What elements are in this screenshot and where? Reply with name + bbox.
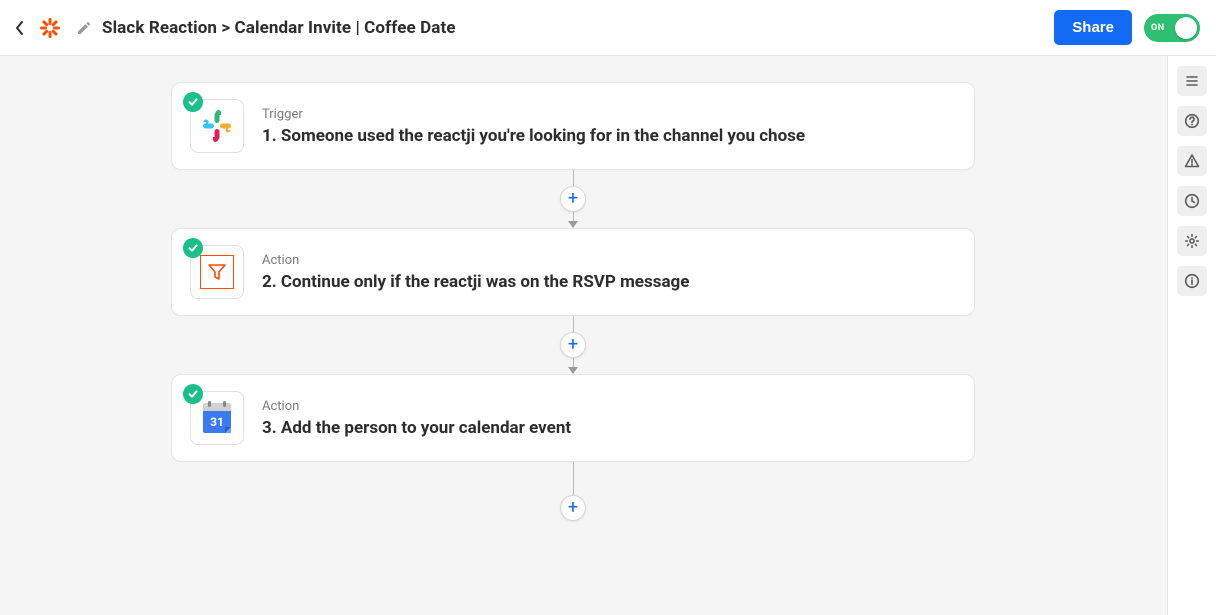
step-kicker: Trigger	[262, 107, 805, 122]
info-icon[interactable]	[1177, 266, 1207, 296]
step-text: Action 3. Add the person to your calenda…	[262, 399, 571, 438]
step-icon-wrap	[190, 245, 244, 299]
step-icon-wrap	[190, 99, 244, 153]
step-card-trigger[interactable]: Trigger 1. Someone used the reactji you'…	[171, 82, 975, 170]
step-title: 3. Add the person to your calendar event	[262, 418, 571, 438]
outline-icon[interactable]	[1177, 66, 1207, 96]
step-title: 1. Someone used the reactji you're looki…	[262, 126, 805, 146]
toggle-state-label: ON	[1151, 23, 1165, 33]
add-step-button[interactable]: +	[560, 495, 586, 521]
check-badge-icon	[183, 238, 203, 258]
zap-title[interactable]: Slack Reaction > Calendar Invite | Coffe…	[102, 18, 456, 38]
top-bar: Slack Reaction > Calendar Invite | Coffe…	[0, 0, 1216, 56]
flow-column: Trigger 1. Someone used the reactji you'…	[171, 82, 975, 508]
step-kicker: Action	[262, 399, 571, 414]
step-icon-wrap: 31	[190, 391, 244, 445]
top-bar-left: Slack Reaction > Calendar Invite | Coffe…	[12, 16, 456, 40]
zap-toggle[interactable]: ON	[1144, 14, 1200, 42]
toggle-knob	[1175, 17, 1197, 39]
top-bar-right: Share ON	[1054, 10, 1200, 45]
share-button[interactable]: Share	[1054, 10, 1132, 45]
add-step-button[interactable]: +	[560, 186, 586, 212]
step-card-calendar[interactable]: 31 Action 3. Add the person to your cale…	[171, 374, 975, 462]
step-kicker: Action	[262, 253, 689, 268]
step-text: Trigger 1. Someone used the reactji you'…	[262, 107, 805, 146]
help-icon[interactable]	[1177, 106, 1207, 136]
step-card-filter[interactable]: Action 2. Continue only if the reactji w…	[171, 228, 975, 316]
arrowhead-icon	[568, 367, 578, 374]
connector: +	[171, 316, 975, 374]
step-title: 2. Continue only if the reactji was on t…	[262, 272, 689, 292]
zapier-logo-icon[interactable]	[38, 16, 62, 40]
connector: +	[171, 170, 975, 228]
warning-icon[interactable]	[1177, 146, 1207, 176]
settings-icon[interactable]	[1177, 226, 1207, 256]
connector-end: +	[171, 462, 975, 508]
step-text: Action 2. Continue only if the reactji w…	[262, 253, 689, 292]
arrowhead-icon	[568, 221, 578, 228]
right-rail	[1167, 56, 1216, 615]
history-icon[interactable]	[1177, 186, 1207, 216]
back-icon[interactable]	[12, 20, 28, 36]
add-step-button[interactable]: +	[560, 332, 586, 358]
edit-title-icon[interactable]	[76, 20, 92, 36]
check-badge-icon	[183, 92, 203, 112]
editor-canvas: Trigger 1. Someone used the reactji you'…	[0, 56, 1216, 615]
